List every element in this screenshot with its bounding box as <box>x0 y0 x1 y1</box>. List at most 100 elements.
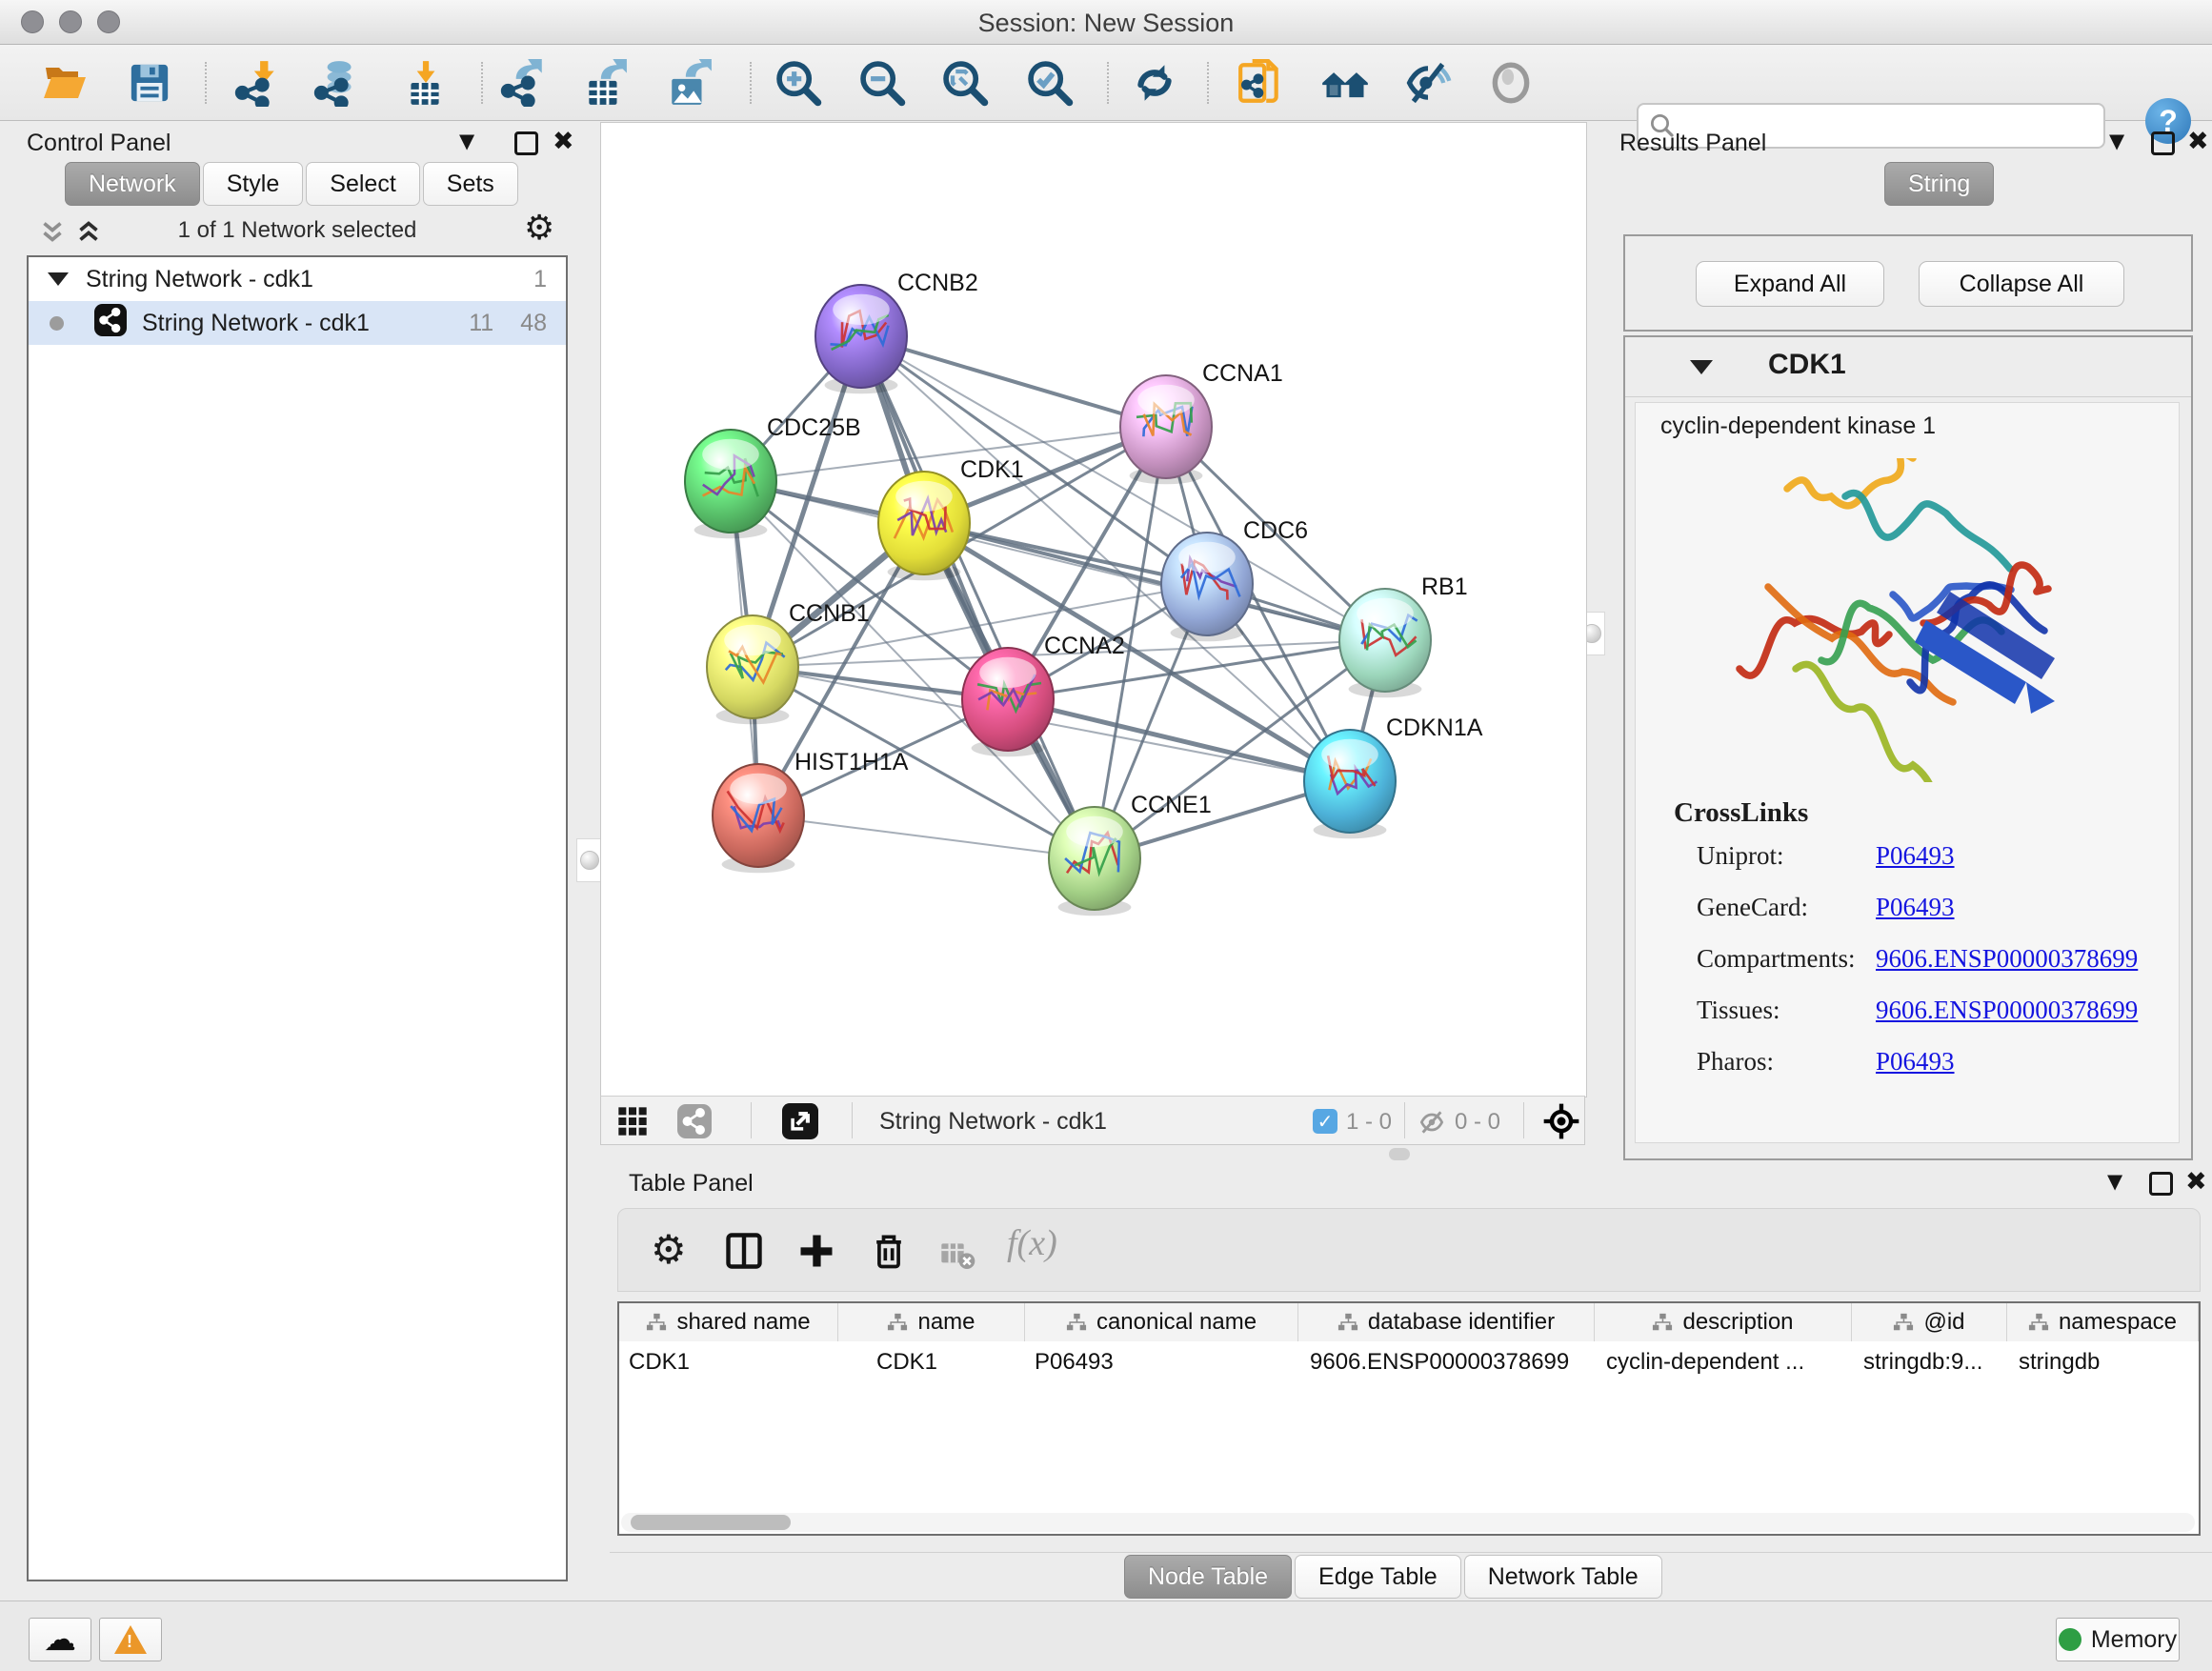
expand-all-tree-icon[interactable] <box>72 215 105 252</box>
network-node-CDKN1A[interactable]: CDKN1A <box>1304 715 1483 838</box>
scrollbar-thumb[interactable] <box>631 1515 791 1530</box>
show-columns-icon[interactable] <box>723 1230 765 1277</box>
network-share-icon[interactable] <box>677 1104 712 1143</box>
crosslink-value-link[interactable]: 9606.ENSP00000378699 <box>1876 996 2138 1025</box>
network-node-CCNA1[interactable]: CCNA1 <box>1120 360 1283 484</box>
collapse-all-tree-icon[interactable] <box>36 215 69 252</box>
zoom-out-icon[interactable] <box>857 58 907 108</box>
panel-float-icon[interactable] <box>2151 131 2175 155</box>
export-network-icon[interactable] <box>499 58 549 108</box>
cloud-button[interactable]: ☁ <box>29 1618 91 1661</box>
network-options-gear-icon[interactable]: ⚙ <box>524 209 554 248</box>
table-body: CDK1CDK1P064939606.ENSP00000378699cyclin… <box>619 1341 2199 1383</box>
show-panel-eye-icon[interactable] <box>1486 58 1536 108</box>
column-header-namespace[interactable]: namespace <box>2007 1303 2199 1341</box>
network-node-CDC25B[interactable]: CDC25B <box>685 414 861 538</box>
network-node-CDK1[interactable]: CDK1 <box>878 456 1024 580</box>
network-canvas[interactable]: CCNB2CCNA1CDC25BCDK1CDC6RB1CCNB1CCNA2CDK… <box>600 122 1587 1097</box>
network-node-count: 11 <box>469 310 493 337</box>
column-type-icon <box>887 1312 908 1333</box>
crosshair-icon[interactable] <box>1542 1102 1580 1145</box>
column-header-canonicalname[interactable]: canonical name <box>1025 1303 1298 1341</box>
tab-sets[interactable]: Sets <box>423 162 518 206</box>
table-cell: 9606.ENSP00000378699 <box>1298 1341 1595 1383</box>
table-settings-gear-icon[interactable]: ⚙ <box>651 1226 687 1273</box>
toolbar-separator <box>1207 62 1209 104</box>
panel-menu-icon[interactable]: ▼ <box>2109 130 2124 152</box>
import-table-icon[interactable] <box>400 58 450 108</box>
network-node-CDC6[interactable]: CDC6 <box>1161 517 1308 641</box>
delete-column-trash-icon[interactable] <box>868 1230 910 1277</box>
panel-menu-icon[interactable]: ▼ <box>459 130 474 152</box>
table-toolbar: ⚙ f(x) <box>617 1208 2201 1292</box>
panel-close-icon[interactable]: ✖ <box>2185 1167 2207 1197</box>
panel-float-icon[interactable] <box>2149 1172 2173 1196</box>
open-session-icon[interactable] <box>40 58 90 108</box>
collection-name: String Network - cdk1 <box>86 266 313 293</box>
panel-float-icon[interactable] <box>514 131 538 155</box>
expand-all-button[interactable]: Expand All <box>1696 261 1884 307</box>
panel-menu-icon[interactable]: ▼ <box>2107 1170 2122 1193</box>
tab-network[interactable]: Network <box>65 162 200 206</box>
network-edge-count: 48 <box>520 310 547 337</box>
node-table[interactable]: shared namenamecanonical namedatabase id… <box>617 1301 2201 1536</box>
zoom-in-icon[interactable] <box>774 58 823 108</box>
tab-edge-table[interactable]: Edge Table <box>1295 1555 1461 1599</box>
zoom-selected-icon[interactable] <box>1025 58 1075 108</box>
network-node-CCNB2[interactable]: CCNB2 <box>815 270 978 393</box>
network-node-RB1[interactable]: RB1 <box>1339 574 1468 697</box>
column-header-sharedname[interactable]: shared name <box>619 1303 838 1341</box>
tab-style[interactable]: Style <box>203 162 304 206</box>
crosslink-value-link[interactable]: P06493 <box>1876 1047 1955 1077</box>
horizontal-splitter-handle[interactable] <box>1389 1148 1410 1160</box>
crosslink-value-link[interactable]: 9606.ENSP00000378699 <box>1876 944 2138 974</box>
crosslink-value-link[interactable]: P06493 <box>1876 841 1955 871</box>
network-collection-row[interactable]: String Network - cdk1 1 <box>29 257 566 301</box>
tab-select[interactable]: Select <box>306 162 419 206</box>
hide-panel-eye-icon[interactable] <box>1403 58 1453 108</box>
collapse-all-button[interactable]: Collapse All <box>1919 261 2124 307</box>
import-network-icon[interactable] <box>233 58 283 108</box>
toolbar-separator <box>205 62 207 104</box>
crosslink-label: Tissues: <box>1697 996 1876 1025</box>
tab-node-table[interactable]: Node Table <box>1124 1555 1292 1599</box>
grid-view-icon[interactable] <box>617 1106 648 1141</box>
selected-nodes-checkbox-icon[interactable]: ✓ <box>1313 1109 1337 1134</box>
column-header-id[interactable]: @id <box>1852 1303 2007 1341</box>
tab-network-table[interactable]: Network Table <box>1464 1555 1662 1599</box>
column-header-description[interactable]: description <box>1595 1303 1852 1341</box>
zoom-fit-icon[interactable] <box>940 58 990 108</box>
section-expander-icon[interactable] <box>1690 360 1713 374</box>
panel-close-icon[interactable]: ✖ <box>553 127 574 156</box>
panel-close-icon[interactable]: ✖ <box>2187 127 2209 156</box>
crosslink-value-link[interactable]: P06493 <box>1876 893 1955 922</box>
tab-string[interactable]: String <box>1884 162 1994 206</box>
table-row[interactable]: CDK1CDK1P064939606.ENSP00000378699cyclin… <box>619 1341 2199 1383</box>
network-node-HIST1H1A[interactable]: HIST1H1A <box>713 749 909 873</box>
memory-button[interactable]: Memory <box>2056 1618 2180 1661</box>
left-splitter-handle[interactable] <box>576 838 603 882</box>
add-column-icon[interactable] <box>795 1230 837 1277</box>
table-cell: P06493 <box>1025 1341 1298 1383</box>
save-session-icon[interactable] <box>125 58 174 108</box>
network-row[interactable]: String Network - cdk1 11 48 <box>29 301 566 345</box>
control-panel-tabs: NetworkStyleSelectSets <box>65 162 521 206</box>
refresh-icon[interactable] <box>1130 58 1179 108</box>
entry-description: cyclin-dependent kinase 1 <box>1660 413 1936 440</box>
share-document-icon[interactable] <box>1236 58 1285 108</box>
birds-eye-view-icon[interactable] <box>782 1103 818 1144</box>
tree-expander-icon[interactable] <box>48 272 69 286</box>
control-panel-title: Control Panel <box>27 130 171 157</box>
export-table-icon[interactable] <box>580 58 630 108</box>
network-graph[interactable]: CCNB2CCNA1CDC25BCDK1CDC6RB1CCNB1CCNA2CDK… <box>601 123 1586 1097</box>
delete-table-icon <box>938 1236 976 1278</box>
warnings-button[interactable]: ! <box>99 1618 162 1661</box>
crosslinks-list: Uniprot:P06493GeneCard:P06493Compartment… <box>1697 841 2154 1098</box>
column-header-databaseidentifier[interactable]: database identifier <box>1298 1303 1595 1341</box>
crosslink-label: Uniprot: <box>1697 841 1876 871</box>
import-database-icon[interactable] <box>312 58 362 108</box>
export-image-icon[interactable] <box>665 58 714 108</box>
table-horizontal-scrollbar[interactable] <box>621 1513 2195 1532</box>
home-pages-icon[interactable] <box>1320 58 1370 108</box>
column-header-name[interactable]: name <box>838 1303 1025 1341</box>
